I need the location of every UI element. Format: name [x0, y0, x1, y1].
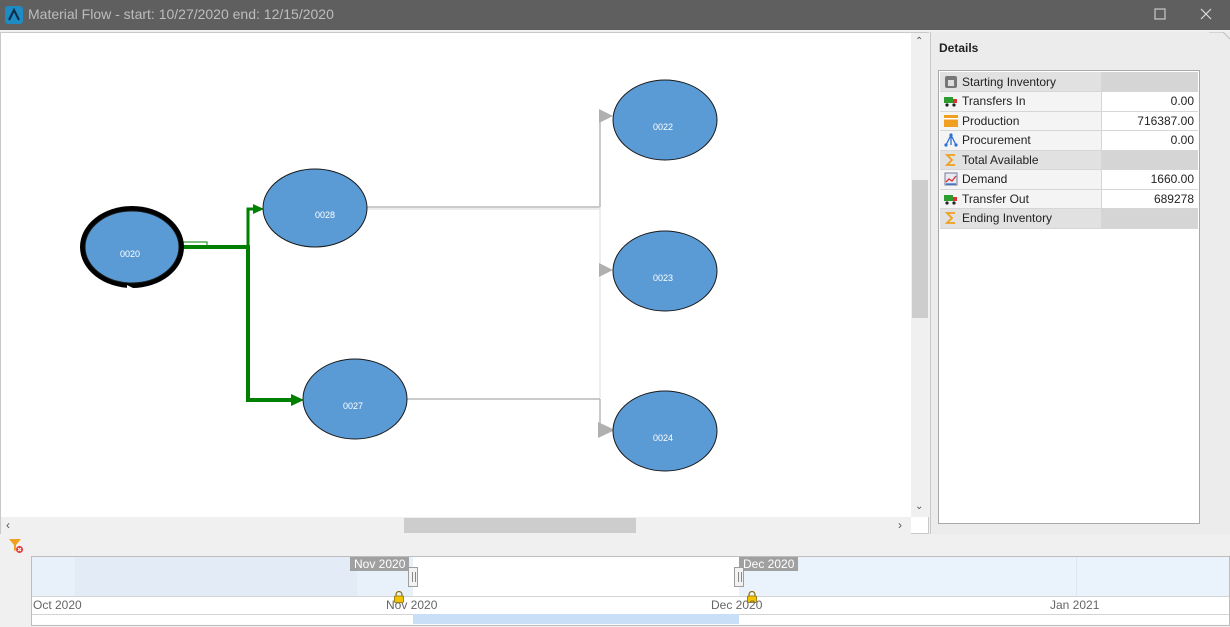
- details-row-label: Production: [962, 113, 1020, 128]
- node-label: 0024: [653, 433, 673, 443]
- chart-icon: [944, 172, 958, 186]
- details-row-value: 689278: [1101, 189, 1198, 209]
- arrow-to-0023: [599, 263, 613, 277]
- details-row-value: 0.00: [1101, 130, 1198, 151]
- node-0020[interactable]: 0020: [80, 206, 184, 291]
- details-row-value: [1101, 150, 1198, 170]
- details-row-label: Starting Inventory: [962, 74, 1057, 89]
- timeline-month-label: Oct 2020: [33, 598, 82, 612]
- material-flow-graph-panel: 0020 0028 0027 0022 0023 0024 ⌃ ⌄ ‹ ›: [0, 32, 929, 534]
- arrow-to-0024: [598, 422, 615, 438]
- title-bar: Material Flow - start: 10/27/2020 end: 1…: [0, 0, 1230, 30]
- timeline-selected-range[interactable]: [413, 557, 739, 596]
- details-row-value: [1101, 208, 1198, 229]
- node-label: 0022: [653, 122, 673, 132]
- details-row-label: Procurement: [962, 133, 1031, 148]
- timeline-month-label: Jan 2021: [1050, 598, 1100, 612]
- arrow-to-0022: [599, 109, 613, 123]
- range-end-tag: Dec 2020: [739, 557, 799, 571]
- range-end-handle[interactable]: [734, 567, 744, 587]
- timeline-overview-selection[interactable]: [413, 614, 739, 624]
- sigma-icon: [944, 153, 958, 167]
- network-icon: [944, 133, 958, 147]
- node-0027[interactable]: 0027: [302, 358, 408, 440]
- flow-graph-canvas[interactable]: 0020 0028 0027 0022 0023 0024: [1, 33, 911, 517]
- horizontal-scroll-thumb[interactable]: [404, 518, 636, 533]
- details-row-value: [1101, 72, 1198, 92]
- range-start-tag: Nov 2020: [350, 557, 410, 571]
- window-title: Material Flow - start: 10/27/2020 end: 1…: [28, 6, 334, 22]
- scroll-up-icon[interactable]: ⌃: [915, 36, 923, 47]
- timeline-month-label: Nov 2020: [386, 598, 438, 612]
- node-label: 0023: [653, 273, 673, 283]
- filter-clear-icon[interactable]: [8, 538, 24, 554]
- details-row-procurement[interactable]: Procurement 0.00: [940, 130, 1198, 151]
- details-grid: Starting Inventory Transfers In 0.00 Pro…: [938, 70, 1200, 524]
- node-0024[interactable]: 0024: [612, 390, 718, 472]
- details-row-value: 0.00: [1101, 91, 1198, 112]
- details-row-total-available[interactable]: Total Available: [940, 150, 1198, 170]
- node-label: 0020: [120, 249, 140, 259]
- details-row-transfers-in[interactable]: Transfers In 0.00: [940, 91, 1198, 112]
- truck-icon: [944, 192, 958, 206]
- panel-corner-tab: [1209, 32, 1230, 40]
- vertical-scroll-thumb[interactable]: [912, 180, 928, 318]
- details-row-value: 716387.00: [1101, 111, 1198, 131]
- vertical-scrollbar[interactable]: ⌃ ⌄: [911, 33, 929, 517]
- node-label: 0028: [315, 210, 335, 220]
- details-table: Starting Inventory Transfers In 0.00 Pro…: [940, 72, 1198, 229]
- details-row-demand[interactable]: Demand 1660.00: [940, 169, 1198, 190]
- timeline-track[interactable]: Nov 2020 Dec 2020 Oct 2020 Nov 2020 Dec …: [31, 556, 1230, 626]
- active-flow-edges: [182, 207, 293, 402]
- scroll-right-icon[interactable]: ›: [898, 518, 902, 532]
- sigma-icon: [944, 211, 958, 225]
- arrow-to-0028: [253, 204, 264, 214]
- details-row-starting-inventory[interactable]: Starting Inventory: [940, 72, 1198, 92]
- details-row-label: Demand: [962, 172, 1008, 187]
- details-row-label: Transfers In: [962, 94, 1026, 109]
- node-label: 0027: [343, 401, 363, 411]
- node-0028[interactable]: 0028: [262, 168, 368, 248]
- details-row-label: Ending Inventory: [962, 211, 1053, 226]
- scroll-down-icon[interactable]: ⌄: [915, 501, 923, 512]
- details-row-label: Total Available: [962, 152, 1039, 167]
- details-row-label: Transfer Out: [962, 191, 1029, 206]
- close-button[interactable]: [1194, 6, 1218, 24]
- timeline-range-selector: Nov 2020 Dec 2020 Oct 2020 Nov 2020 Dec …: [0, 534, 1230, 627]
- details-row-production[interactable]: Production 716387.00: [940, 111, 1198, 131]
- details-panel: Details Starting Inventory Transfers In …: [930, 32, 1230, 534]
- node-0022[interactable]: 0022: [612, 79, 718, 161]
- details-row-value: 1660.00: [1101, 169, 1198, 190]
- app-logo-icon: [5, 6, 23, 24]
- details-row-ending-inventory[interactable]: Ending Inventory: [940, 208, 1198, 229]
- range-start-handle[interactable]: [408, 567, 418, 587]
- maximize-button[interactable]: [1148, 6, 1172, 24]
- maximize-icon: [1154, 8, 1166, 20]
- truck-icon: [944, 94, 958, 108]
- horizontal-scrollbar[interactable]: ‹ ›: [1, 517, 911, 534]
- timeline-month-label: Dec 2020: [711, 598, 763, 612]
- close-icon: [1200, 8, 1212, 20]
- details-title: Details: [939, 41, 979, 55]
- scroll-left-icon[interactable]: ‹: [6, 518, 10, 532]
- warehouse-icon: [944, 75, 958, 89]
- node-0023[interactable]: 0023: [612, 230, 718, 312]
- details-row-transfer-out[interactable]: Transfer Out 689278: [940, 189, 1198, 209]
- arrow-to-0027: [291, 394, 304, 406]
- box-icon: [944, 114, 958, 128]
- inactive-flow-edges: [367, 114, 609, 429]
